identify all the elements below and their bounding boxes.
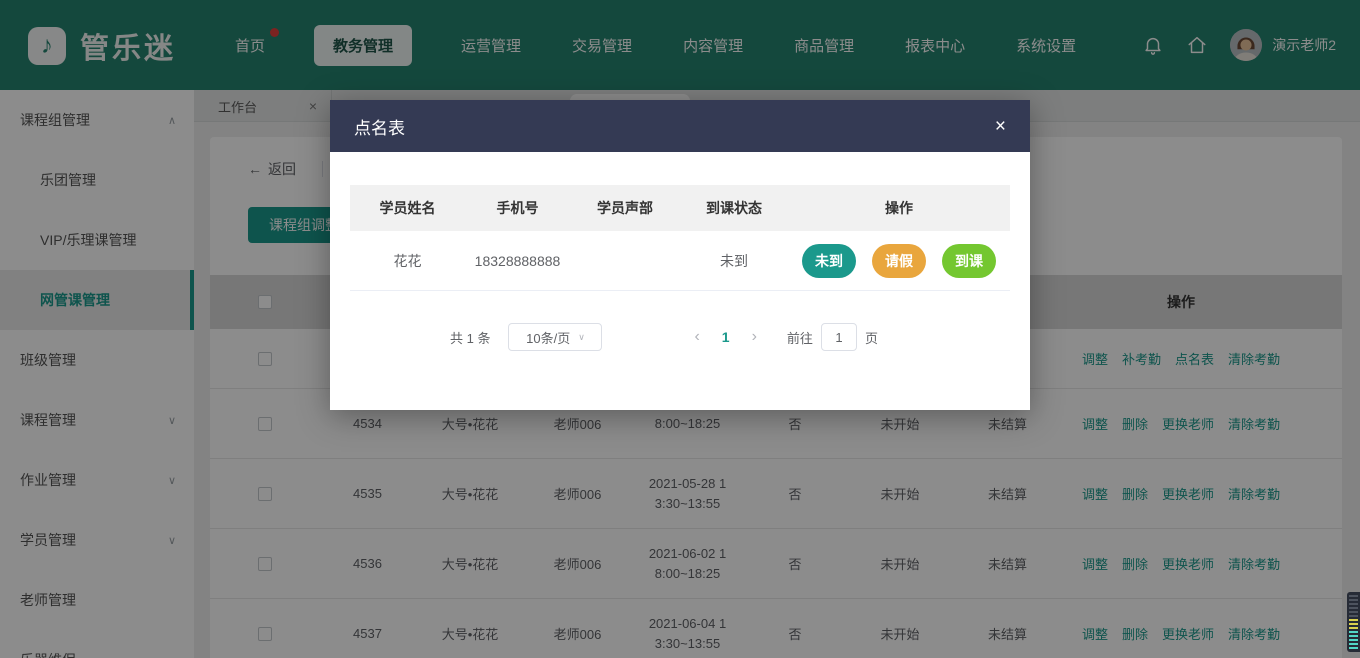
goto-label: 前往 — [787, 328, 813, 347]
goto-page-input[interactable] — [821, 323, 857, 351]
page-size-value: 10条/页 — [526, 328, 570, 347]
mark-absent-button[interactable]: 未到 — [802, 244, 856, 278]
goto-unit-label: 页 — [865, 328, 878, 347]
minimap-stripes-grey — [1349, 595, 1358, 619]
cell-action-buttons: 未到 请假 到课 — [788, 244, 1010, 278]
mark-attend-button[interactable]: 到课 — [942, 244, 996, 278]
modal-title: 点名表 — [354, 114, 405, 139]
minimap-stripes-yellow — [1349, 619, 1358, 631]
header-attendance-status: 到课状态 — [680, 198, 788, 218]
rollcall-modal: 点名表 × 学员姓名 手机号 学员声部 到课状态 操作 花花 183288888… — [330, 100, 1030, 410]
header-voice-part: 学员声部 — [570, 198, 680, 218]
cell-attendance-status: 未到 — [680, 251, 788, 271]
minimap-stripes-cyan — [1349, 631, 1358, 649]
chevron-down-icon: ∨ — [578, 332, 585, 343]
header-actions: 操作 — [788, 198, 1010, 218]
page-size-select[interactable]: 10条/页 ∨ — [508, 323, 602, 351]
current-page[interactable]: 1 — [722, 329, 730, 345]
cell-student-name: 花花 — [350, 251, 465, 271]
modal-header: 点名表 × — [330, 100, 1030, 152]
header-student-name: 学员姓名 — [350, 198, 465, 218]
pagination: 共 1 条 10条/页 ∨ ‹ 1 › 前往 页 — [350, 322, 1010, 352]
rollcall-table-header: 学员姓名 手机号 学员声部 到课状态 操作 — [350, 185, 1010, 231]
mark-leave-button[interactable]: 请假 — [872, 244, 926, 278]
debug-minimap-widget[interactable] — [1347, 592, 1360, 652]
rollcall-row: 花花 18328888888 未到 未到 请假 到课 — [350, 231, 1010, 291]
rollcall-table: 学员姓名 手机号 学员声部 到课状态 操作 花花 18328888888 未到 … — [350, 185, 1010, 291]
prev-page-button[interactable]: ‹ — [694, 328, 699, 346]
pagination-total: 共 1 条 — [450, 328, 490, 347]
cell-phone: 18328888888 — [465, 253, 570, 269]
close-icon[interactable]: × — [995, 117, 1006, 136]
header-phone: 手机号 — [465, 198, 570, 218]
next-page-button[interactable]: › — [752, 328, 757, 346]
